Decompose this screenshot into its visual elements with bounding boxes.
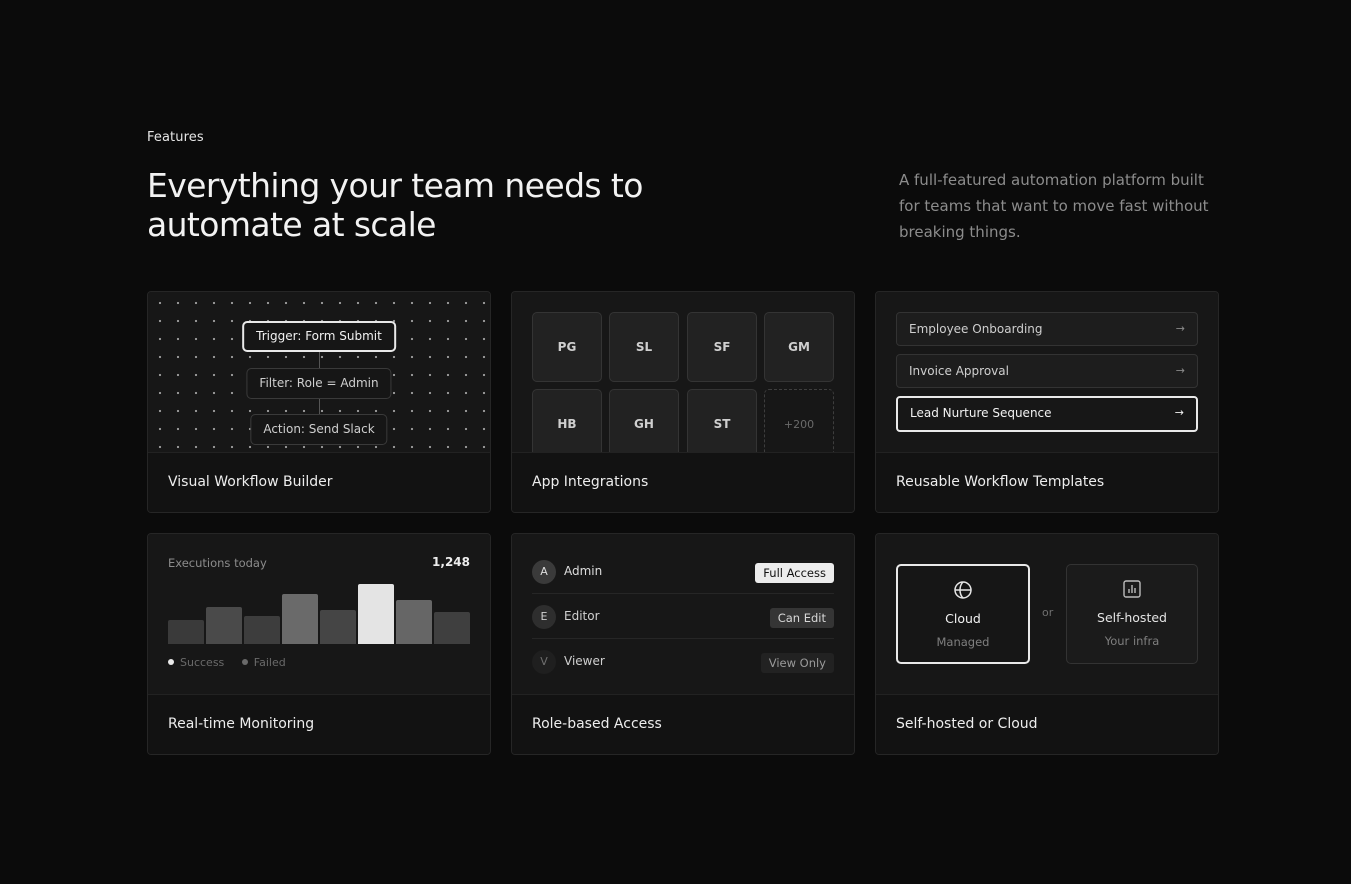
permission-badge: Full Access [755,563,834,583]
avatar: V [532,650,556,674]
bar[interactable] [206,606,242,644]
legend-success: Success [168,656,224,669]
card-reusable-templates[interactable]: Employee Onboarding → Invoice Approval →… [875,291,1219,513]
section-eyebrow: Features [147,130,204,145]
legend-failed: Failed [241,656,286,669]
app-tile[interactable]: HB [532,389,602,459]
integrations-grid: PG SL SF GM HB GH ST +200 [512,292,854,459]
template-label: Employee Onboarding [909,322,1043,336]
bar[interactable] [396,599,432,644]
arrow-right-icon: → [1174,406,1184,419]
card-visual-workflow-builder[interactable]: Trigger: Form Submit Filter: Role = Admi… [147,291,491,513]
divider [532,638,834,639]
option-subtitle: Managed [936,635,990,649]
executions-label: Executions today [168,556,267,570]
bar[interactable] [282,594,318,644]
workflow-node-action[interactable]: Action: Send Slack [250,414,388,445]
card-caption: Visual Workflow Builder [148,452,490,512]
role-row-admin[interactable]: A Admin Full Access [532,555,834,589]
role-name: Admin [564,564,603,578]
bar-highlighted[interactable] [358,583,394,644]
bar[interactable] [434,612,470,644]
template-item[interactable]: Employee Onboarding → [896,312,1198,346]
card-caption: Real-time Monitoring [148,694,490,754]
card-app-integrations[interactable]: PG SL SF GM HB GH ST +200 App Integratio… [511,291,855,513]
dot-icon [168,659,174,665]
app-tile[interactable]: SF [687,312,757,382]
permission-badge: Can Edit [769,608,834,628]
avatar: E [532,605,556,629]
or-separator: or [1042,606,1054,619]
bar[interactable] [168,619,204,644]
template-label: Lead Nurture Sequence [910,406,1052,420]
more-apps-tile[interactable]: +200 [764,389,834,459]
template-item[interactable]: Invoice Approval → [896,354,1198,388]
option-title: Self-hosted [1097,610,1167,625]
section-title: Everything your team needs to automate a… [147,166,643,244]
connector-line [319,398,320,414]
server-chart-icon [1123,580,1141,598]
app-tile[interactable]: GH [609,389,679,459]
role-row-viewer[interactable]: V Viewer View Only [532,645,834,679]
app-tile[interactable]: ST [687,389,757,459]
card-caption: App Integrations [512,452,854,512]
roles-list: A Admin Full Access E Editor Can Edit V … [512,534,854,694]
role-name: Editor [564,609,600,623]
role-name: Viewer [564,654,605,668]
option-subtitle: Your infra [1104,634,1160,648]
role-row-editor[interactable]: E Editor Can Edit [532,600,834,634]
permission-badge: View Only [760,653,834,673]
option-title: Cloud [945,611,981,626]
globe-icon [954,581,972,599]
avatar: A [532,560,556,584]
deploy-option-cloud[interactable]: Cloud Managed [896,564,1030,664]
workflow-node-trigger[interactable]: Trigger: Form Submit [242,321,396,352]
legend-label: Failed [253,656,286,669]
card-realtime-monitoring[interactable]: Executions today 1,248 Success Failed Re… [147,533,491,755]
executions-bar-chart [168,580,470,644]
bar[interactable] [244,615,280,644]
card-caption: Role-based Access [512,694,854,754]
dot-icon [241,659,248,665]
card-caption: Self-hosted or Cloud [876,694,1218,754]
card-self-hosted-or-cloud[interactable]: Cloud Managed or Self-hosted Your infra … [875,533,1219,755]
templates-list: Employee Onboarding → Invoice Approval →… [876,292,1218,452]
workflow-node-filter[interactable]: Filter: Role = Admin [246,368,392,399]
arrow-right-icon: → [1175,364,1185,377]
divider [532,593,834,594]
legend-label: Success [180,656,225,669]
deploy-options: Cloud Managed or Self-hosted Your infra [876,534,1218,694]
deploy-option-self-hosted[interactable]: Self-hosted Your infra [1066,564,1198,664]
arrow-right-icon: → [1175,322,1185,335]
workflow-canvas: Trigger: Form Submit Filter: Role = Admi… [148,292,490,452]
section-description: A full-featured automation platform buil… [899,171,1209,241]
monitoring-panel: Executions today 1,248 Success Failed [148,534,490,694]
chart-legend: Success Failed [168,656,300,669]
template-label: Invoice Approval [909,364,1009,378]
app-tile[interactable]: GM [764,312,834,382]
executions-count: 1,248 [432,555,470,569]
connector-line [319,352,320,368]
app-tile[interactable]: SL [609,312,679,382]
card-caption: Reusable Workflow Templates [876,452,1218,512]
template-item-selected[interactable]: Lead Nurture Sequence → [896,396,1198,432]
app-tile[interactable]: PG [532,312,602,382]
bar[interactable] [320,610,356,644]
card-role-based-access[interactable]: A Admin Full Access E Editor Can Edit V … [511,533,855,755]
